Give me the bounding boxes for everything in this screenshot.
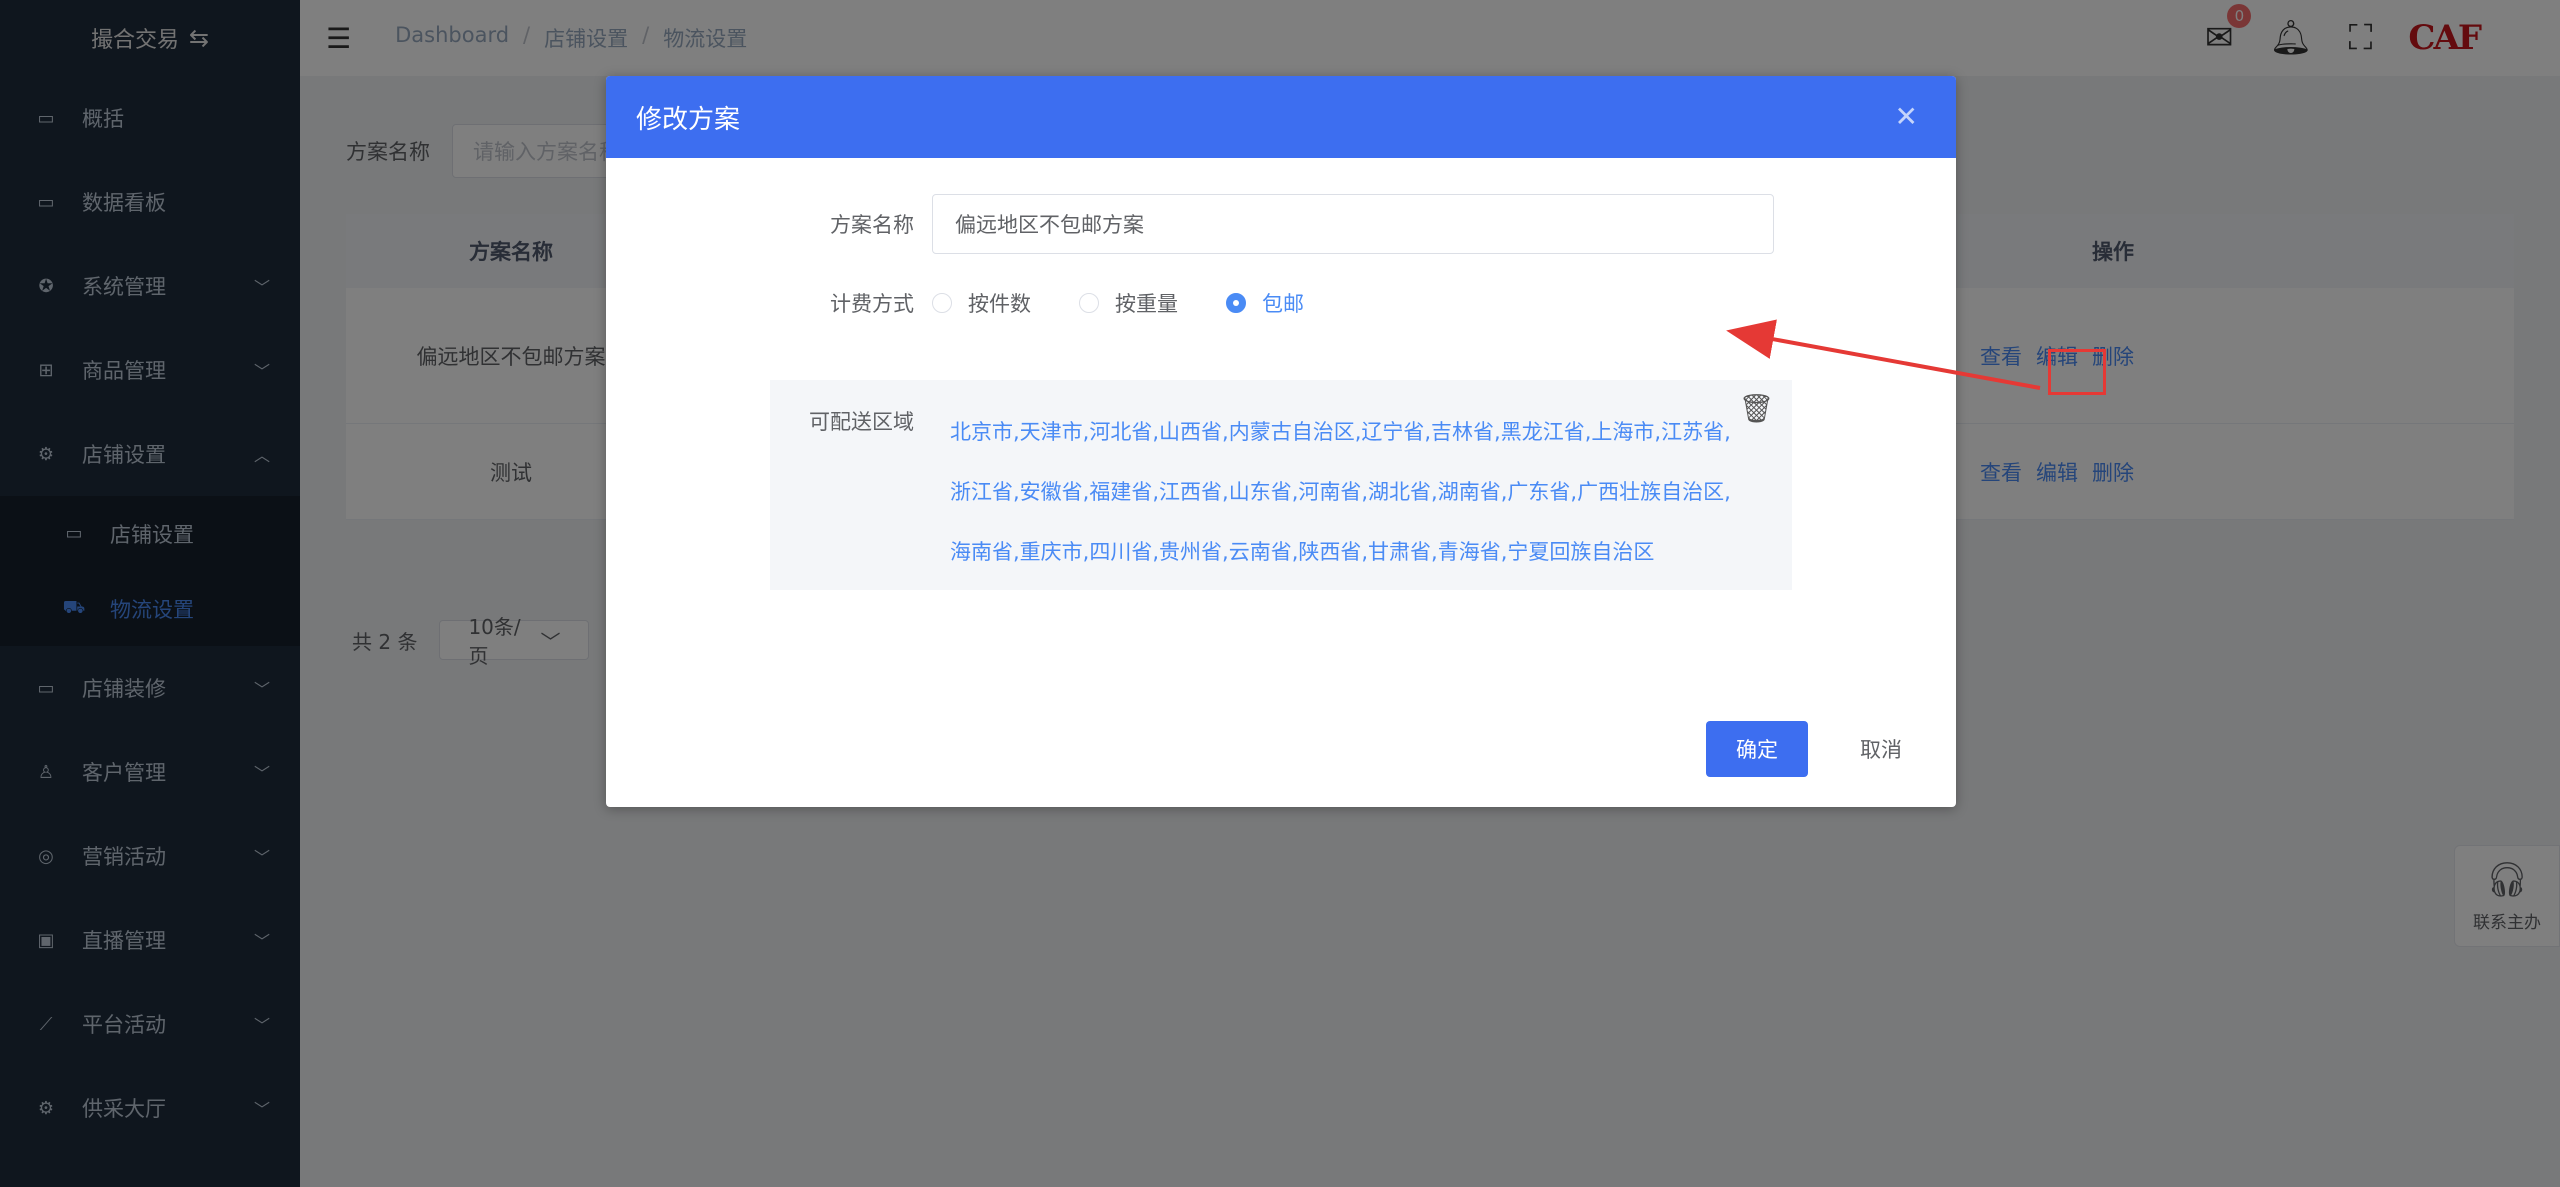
name-label: 方案名称 [830, 213, 914, 237]
region-label: 可配送区域 [809, 410, 914, 434]
billing-label: 计费方式 [830, 292, 914, 316]
radio-circle[interactable] [1226, 293, 1246, 313]
dialog-title: 修改方案 [636, 104, 741, 135]
radio-label: 按重量 [1115, 292, 1178, 316]
region-list: 北京市,天津市,河北省,山西省,内蒙古自治区,辽宁省,吉林省,黑龙江省,上海市,… [950, 420, 1731, 564]
confirm-button[interactable]: 确定 [1706, 721, 1808, 777]
edit-scheme-dialog: 修改方案 ✕ 方案名称 偏远地区不包邮方案 计费方式 按件数 按重量 包邮 可配… [606, 76, 1956, 807]
form-row-billing: 计费方式 按件数 按重量 包邮 [606, 288, 1352, 318]
trash-icon[interactable]: 🗑︎ [1738, 392, 1774, 425]
delivery-region-box: 可配送区域 北京市,天津市,河北省,山西省,内蒙古自治区,辽宁省,吉林省,黑龙江… [770, 380, 1792, 590]
radio-by-count[interactable]: 按件数 [932, 288, 1031, 318]
close-icon[interactable]: ✕ [1895, 100, 1918, 133]
radio-circle[interactable] [932, 293, 952, 313]
radio-label: 按件数 [968, 292, 1031, 316]
radio-label: 包邮 [1262, 292, 1304, 316]
radio-by-weight[interactable]: 按重量 [1079, 288, 1178, 318]
form-row-name: 方案名称 偏远地区不包邮方案 [606, 194, 1774, 254]
scheme-name-input[interactable]: 偏远地区不包邮方案 [932, 194, 1774, 254]
radio-circle[interactable] [1079, 293, 1099, 313]
annotation-highlight-box [2048, 349, 2106, 395]
radio-free-shipping[interactable]: 包邮 [1226, 288, 1304, 318]
cancel-button[interactable]: 取消 [1836, 721, 1926, 777]
dialog-header: 修改方案 ✕ [606, 76, 1956, 158]
